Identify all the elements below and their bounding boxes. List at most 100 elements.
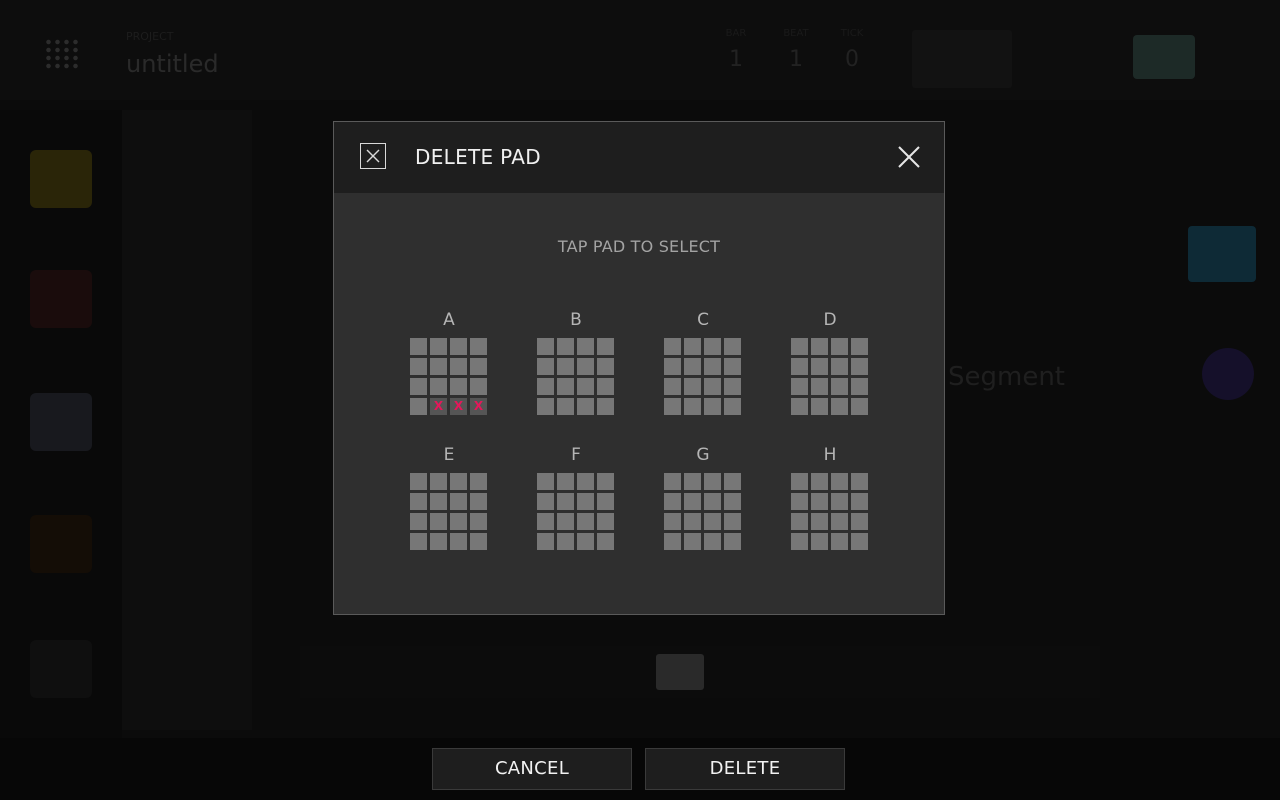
pad[interactable] <box>557 398 574 415</box>
pad[interactable] <box>410 358 427 375</box>
pad[interactable] <box>597 533 614 550</box>
pad[interactable] <box>597 493 614 510</box>
pad[interactable] <box>684 358 701 375</box>
pad[interactable] <box>410 398 427 415</box>
pad[interactable] <box>537 338 554 355</box>
pad[interactable] <box>450 358 467 375</box>
pad[interactable] <box>430 493 447 510</box>
pad[interactable] <box>791 358 808 375</box>
pad[interactable] <box>597 338 614 355</box>
pad[interactable] <box>577 358 594 375</box>
pad[interactable] <box>724 398 741 415</box>
pad[interactable] <box>704 358 721 375</box>
pad[interactable] <box>664 513 681 530</box>
pad[interactable] <box>577 493 594 510</box>
pad[interactable] <box>684 378 701 395</box>
pad[interactable] <box>791 398 808 415</box>
pad[interactable] <box>791 493 808 510</box>
pad[interactable] <box>470 513 487 530</box>
pad[interactable] <box>557 378 574 395</box>
pad[interactable] <box>557 513 574 530</box>
pad[interactable] <box>664 398 681 415</box>
pad[interactable] <box>664 533 681 550</box>
pad[interactable] <box>430 473 447 490</box>
pad[interactable] <box>831 493 848 510</box>
pad[interactable] <box>831 473 848 490</box>
pad[interactable] <box>410 338 427 355</box>
pad[interactable] <box>851 473 868 490</box>
pad[interactable] <box>577 473 594 490</box>
pad[interactable] <box>664 338 681 355</box>
close-icon[interactable] <box>896 144 922 170</box>
pad[interactable] <box>430 378 447 395</box>
pad[interactable] <box>724 358 741 375</box>
pad[interactable] <box>811 358 828 375</box>
pad[interactable] <box>577 378 594 395</box>
pad[interactable] <box>811 378 828 395</box>
pad[interactable] <box>704 493 721 510</box>
pad[interactable] <box>851 398 868 415</box>
pad[interactable] <box>470 338 487 355</box>
pad[interactable] <box>851 338 868 355</box>
pad[interactable] <box>684 513 701 530</box>
pad[interactable] <box>410 533 427 550</box>
pad[interactable] <box>430 358 447 375</box>
pad[interactable] <box>684 338 701 355</box>
pad[interactable] <box>537 398 554 415</box>
pad[interactable] <box>704 513 721 530</box>
delete-button[interactable]: DELETE <box>645 748 845 790</box>
pad[interactable] <box>724 513 741 530</box>
pad[interactable] <box>450 473 467 490</box>
pad[interactable] <box>791 533 808 550</box>
pad-marked[interactable]: X <box>430 398 447 415</box>
pad[interactable] <box>831 513 848 530</box>
pad[interactable] <box>851 378 868 395</box>
pad[interactable] <box>831 378 848 395</box>
pad[interactable] <box>597 398 614 415</box>
pad[interactable] <box>470 378 487 395</box>
pad[interactable] <box>791 338 808 355</box>
pad[interactable] <box>557 358 574 375</box>
pad[interactable] <box>664 378 681 395</box>
pad[interactable] <box>470 533 487 550</box>
pad[interactable] <box>831 533 848 550</box>
pad[interactable] <box>597 513 614 530</box>
pad[interactable] <box>704 533 721 550</box>
pad[interactable] <box>537 513 554 530</box>
pad[interactable] <box>684 493 701 510</box>
pad[interactable] <box>664 493 681 510</box>
pad[interactable] <box>851 493 868 510</box>
pad[interactable] <box>724 378 741 395</box>
pad[interactable] <box>791 378 808 395</box>
pad[interactable] <box>430 533 447 550</box>
pad[interactable] <box>724 493 741 510</box>
pad[interactable] <box>684 398 701 415</box>
pad[interactable] <box>851 533 868 550</box>
pad[interactable] <box>704 473 721 490</box>
pad[interactable] <box>537 358 554 375</box>
pad[interactable] <box>577 398 594 415</box>
pad[interactable] <box>851 358 868 375</box>
pad[interactable] <box>704 378 721 395</box>
pad[interactable] <box>410 513 427 530</box>
pad[interactable] <box>684 533 701 550</box>
pad[interactable] <box>557 493 574 510</box>
pad[interactable] <box>831 398 848 415</box>
pad[interactable] <box>410 378 427 395</box>
pad[interactable] <box>410 493 427 510</box>
pad[interactable] <box>831 358 848 375</box>
pad[interactable] <box>791 473 808 490</box>
pad-marked[interactable]: X <box>450 398 467 415</box>
pad[interactable] <box>664 473 681 490</box>
pad[interactable] <box>537 493 554 510</box>
pad[interactable] <box>597 358 614 375</box>
pad[interactable] <box>597 473 614 490</box>
pad[interactable] <box>597 378 614 395</box>
pad[interactable] <box>811 493 828 510</box>
pad[interactable] <box>430 338 447 355</box>
pad[interactable] <box>664 358 681 375</box>
pad[interactable] <box>470 493 487 510</box>
pad[interactable] <box>851 513 868 530</box>
pad[interactable] <box>704 398 721 415</box>
pad[interactable] <box>811 513 828 530</box>
